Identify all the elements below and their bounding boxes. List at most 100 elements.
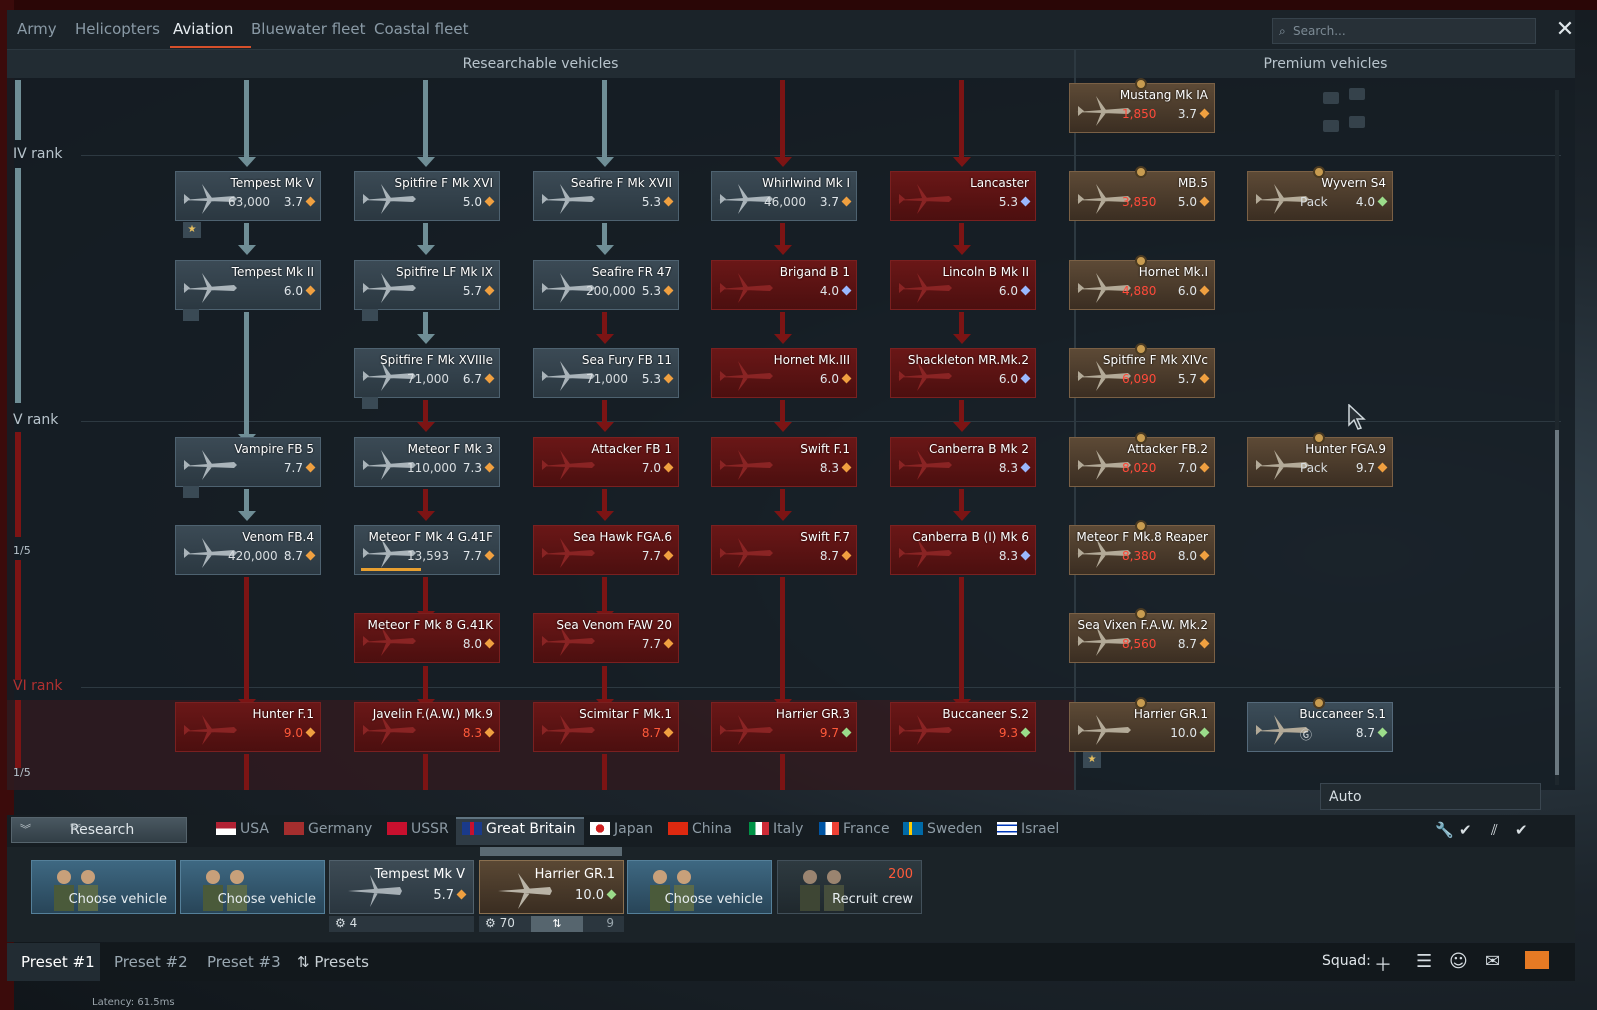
search-input[interactable] xyxy=(1293,22,1529,40)
vehicle-card[interactable]: Seafire F Mk XVII 5.3 xyxy=(533,171,679,221)
vehicle-card[interactable]: Canberra B Mk 2 8.3 xyxy=(890,437,1036,487)
preset-3-tab[interactable]: Preset #3 xyxy=(207,953,281,971)
checkmark-icon[interactable]: ✔ xyxy=(1459,821,1472,839)
vehicle-card[interactable]: Spitfire F Mk XVIIIe 71,000 6.7 xyxy=(354,348,500,398)
crew-slot[interactable]: Choose vehicle xyxy=(627,860,772,914)
scrollbar-thumb[interactable] xyxy=(1555,430,1559,775)
vehicle-card[interactable]: Hornet Mk.III 6.0 xyxy=(711,348,857,398)
tree-arrow xyxy=(774,334,792,344)
vehicle-name: Sea Fury FB 11 xyxy=(581,353,672,367)
vehicle-card[interactable]: Wyvern S4 Pack 4.0 xyxy=(1247,166,1393,221)
br-value: 3.7 xyxy=(283,195,303,209)
tab-army[interactable]: Army xyxy=(17,20,57,38)
vehicle-card[interactable]: Swift F.1 8.3 xyxy=(711,437,857,487)
tree-connector xyxy=(423,400,428,424)
vehicle-card[interactable]: Buccaneer S.2 9.3 xyxy=(890,702,1036,752)
vehicle-card[interactable]: Sea Fury FB 11 71,000 5.3 xyxy=(533,348,679,398)
vehicle-cost: 4,880 xyxy=(1122,284,1157,298)
vehicle-card[interactable]: Attacker FB.2 8,020 7.0 xyxy=(1069,432,1215,487)
vehicle-card[interactable]: Harrier GR.1 10.0 xyxy=(1069,697,1215,752)
vehicle-card[interactable]: Spitfire LF Mk IX 5.7 xyxy=(354,260,500,310)
close-button[interactable]: ✕ xyxy=(1553,17,1577,43)
vehicle-card[interactable]: Whirlwind Mk I 46,000 3.7 xyxy=(711,171,857,221)
tech-tree-panel[interactable]: Researchable vehicles Premium vehicles I… xyxy=(7,50,1575,790)
vehicle-card[interactable]: Hunter FGA.9 Pack 9.7 xyxy=(1247,432,1393,487)
crew-slot[interactable]: Choose vehicle xyxy=(180,860,325,914)
add-squad-icon[interactable]: ＋ xyxy=(1374,951,1392,977)
tree-arrow xyxy=(596,422,614,432)
tab-helicopters[interactable]: Helicopters xyxy=(75,20,160,38)
chat-icon[interactable]: ✉ xyxy=(1485,951,1500,972)
presets-menu-button[interactable]: ⇅ Presets xyxy=(297,953,369,971)
vehicle-name: Brigand B 1 xyxy=(779,265,850,279)
tab-bluewater-fleet[interactable]: Bluewater fleet xyxy=(251,20,366,38)
country-china[interactable]: China xyxy=(668,821,732,837)
vehicle-card[interactable]: MB.5 3,850 5.0 xyxy=(1069,166,1215,221)
recruit-crew-slot[interactable]: 200 Recruit crew xyxy=(777,860,922,914)
vehicle-card[interactable]: Spitfire F Mk XIVc 6,090 5.7 xyxy=(1069,343,1215,398)
vehicle-card[interactable]: Lincoln B Mk II 6.0 xyxy=(890,260,1036,310)
vehicle-card[interactable]: Vampire FB 5 7.7 xyxy=(175,437,321,487)
vehicle-card[interactable]: Meteor F Mk 3 110,000 7.3 xyxy=(354,437,500,487)
swap-vehicle-button[interactable]: ⇅ xyxy=(531,916,583,932)
research-button[interactable]: ︾ Research ︾ xyxy=(11,817,187,843)
preset-1-tab[interactable]: Preset #1 xyxy=(21,953,95,971)
country-great-britain[interactable]: Great Britain xyxy=(462,821,576,837)
vehicle-card[interactable]: Meteor F Mk.8 Reaper 8,380 8.0 xyxy=(1069,520,1215,575)
rank-iv-line xyxy=(81,155,1561,156)
vehicle-card[interactable]: Sea Venom FAW 20 7.7 xyxy=(533,613,679,663)
checkmark-icon[interactable]: ✔ xyxy=(1515,821,1528,839)
vehicle-card[interactable]: Hornet Mk.I 4,880 6.0 xyxy=(1069,255,1215,310)
vehicle-card[interactable]: Canberra B (I) Mk 6 8.3 xyxy=(890,525,1036,575)
vehicle-card[interactable]: Tempest Mk V 63,000 3.7 xyxy=(175,171,321,221)
crew-slot[interactable]: Choose vehicle xyxy=(31,860,176,914)
vehicle-card[interactable]: Meteor F Mk 4 G.41F 13,593 7.7 xyxy=(354,525,500,575)
vehicle-cost: 71,000 xyxy=(586,372,628,386)
vehicle-card[interactable]: Scimitar F Mk.1 8.7 xyxy=(533,702,679,752)
search-box[interactable]: ⌕ xyxy=(1272,18,1536,44)
repair-all-icon[interactable]: ⫽ xyxy=(1491,821,1498,839)
crew-slot[interactable]: Tempest Mk V 5.7 xyxy=(329,860,474,914)
tab-coastal-fleet[interactable]: Coastal fleet xyxy=(374,20,468,38)
tree-arrow xyxy=(596,511,614,521)
mail-notification-icon[interactable] xyxy=(1525,951,1549,969)
country-germany[interactable]: Germany xyxy=(284,821,372,837)
vehicle-card[interactable]: Shackleton MR.Mk.2 6.0 xyxy=(890,348,1036,398)
vehicle-card[interactable]: Swift F.7 8.7 xyxy=(711,525,857,575)
vehicle-name: Javelin F.(A.W.) Mk.9 xyxy=(372,707,493,721)
country-france[interactable]: France xyxy=(819,821,890,837)
vehicle-card[interactable]: Hunter F.1 9.0 xyxy=(175,702,321,752)
vehicle-card[interactable]: Meteor F Mk 8 G.41K 8.0 xyxy=(354,613,500,663)
country-italy[interactable]: Italy xyxy=(749,821,803,837)
vehicle-card[interactable]: Buccaneer S.1 Ⓖ 8.7 xyxy=(1247,697,1393,752)
vehicle-card[interactable]: Attacker FB 1 7.0 xyxy=(533,437,679,487)
vehicle-card[interactable]: Sea Hawk FGA.6 7.7 xyxy=(533,525,679,575)
contacts-icon[interactable]: ☺ xyxy=(1449,951,1468,972)
vehicle-card[interactable]: Harrier GR.3 9.7 xyxy=(711,702,857,752)
country-ussr[interactable]: USSR xyxy=(387,821,449,837)
wrench-icon[interactable]: 🔧 xyxy=(1435,821,1454,839)
vehicle-card[interactable]: Seafire FR 47 200,000 5.3 xyxy=(533,260,679,310)
list-icon[interactable]: ☰ xyxy=(1416,951,1432,972)
vehicle-card[interactable]: Venom FB.4 420,000 8.7 xyxy=(175,525,321,575)
vehicle-card[interactable]: Spitfire F Mk XVI 5.0 xyxy=(354,171,500,221)
country-israel[interactable]: Israel xyxy=(997,821,1059,837)
crew-slot[interactable]: Harrier GR.1 10.0 xyxy=(479,860,624,914)
vehicle-card[interactable]: Javelin F.(A.W.) Mk.9 8.3 xyxy=(354,702,500,752)
crew-auto-select[interactable]: Auto ⌄ xyxy=(1320,783,1541,810)
vehicle-card[interactable]: Mustang Mk IA 1,850 3.7 xyxy=(1069,78,1215,133)
rank-v-line xyxy=(81,421,1561,422)
br-value: 5.3 xyxy=(641,372,661,386)
country-japan[interactable]: Japan xyxy=(590,821,653,837)
vehicle-card[interactable]: Sea Vixen F.A.W. Mk.2 8,560 8.7 xyxy=(1069,608,1215,663)
br-marker-icon xyxy=(305,550,316,561)
country-usa[interactable]: USA xyxy=(216,821,269,837)
tab-aviation[interactable]: Aviation xyxy=(173,20,233,38)
vehicle-card[interactable]: Lancaster 5.3 xyxy=(890,171,1036,221)
preset-2-tab[interactable]: Preset #2 xyxy=(114,953,188,971)
vehicle-card[interactable]: Tempest Mk II 6.0 xyxy=(175,260,321,310)
vehicle-card[interactable]: Brigand B 1 4.0 xyxy=(711,260,857,310)
vehicle-name: Seafire FR 47 xyxy=(591,265,672,279)
country-sweden[interactable]: Sweden xyxy=(903,821,982,837)
br-value: 6.7 xyxy=(462,372,482,386)
